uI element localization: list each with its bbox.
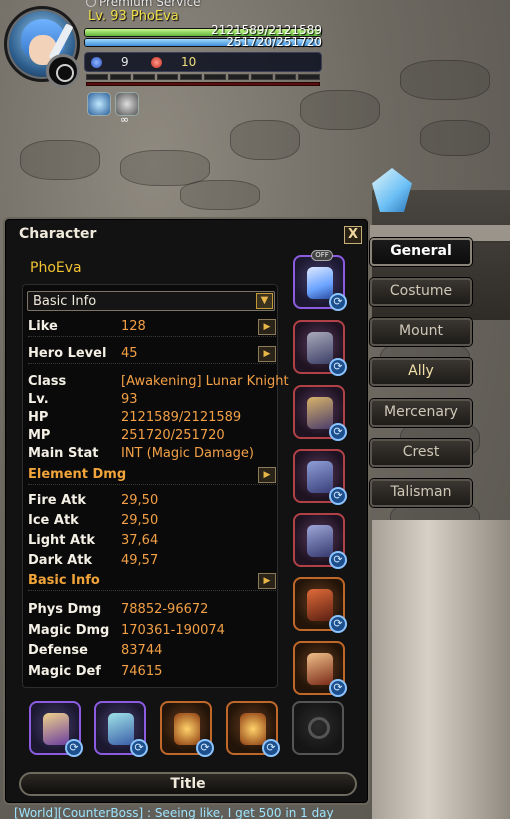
tab-ally[interactable]: Ally xyxy=(370,358,472,386)
segmented-gauge xyxy=(86,74,320,80)
empty-equip-slot[interactable] xyxy=(292,701,344,755)
basic-stats: Phys Dmg 78852-96672 Magic Dmg 170361-1900… xyxy=(28,602,225,679)
ice-buff-icon[interactable] xyxy=(87,92,111,116)
tab-mount[interactable]: Mount xyxy=(370,318,472,346)
sync-icon[interactable]: ⟳ xyxy=(329,358,347,376)
weapon-equip-slot[interactable]: OFF ⟳ xyxy=(293,250,347,311)
necklace-equip-slot[interactable]: ⟳ xyxy=(29,701,83,757)
like-arrow-button[interactable]: ▶ xyxy=(258,319,276,335)
earring-equip-slot[interactable]: ⟳ xyxy=(94,701,148,757)
sync-icon[interactable]: ⟳ xyxy=(262,739,280,757)
sync-icon[interactable]: ⟳ xyxy=(329,615,347,633)
armor-equip-slot[interactable]: ⟳ xyxy=(293,385,347,441)
helmet-equip-slot[interactable]: ⟳ xyxy=(293,320,347,376)
window-title: Character xyxy=(19,226,97,242)
hp-text: 2121589/2121589 xyxy=(211,23,322,37)
sync-icon[interactable]: ⟳ xyxy=(329,551,347,569)
basic-info-header: Basic Info ▶ xyxy=(28,573,276,591)
tab-general[interactable]: General xyxy=(370,238,472,266)
premium-icon xyxy=(86,0,96,7)
player-level-name: Lv. 93 PhoEva xyxy=(88,9,179,24)
basic-info-arrow-button[interactable]: ▶ xyxy=(258,573,276,589)
character-name: PhoEva xyxy=(30,260,82,276)
tab-costume[interactable]: Costume xyxy=(370,278,472,306)
chevron-down-icon: ▼ xyxy=(256,293,273,309)
search-icon[interactable] xyxy=(46,54,80,88)
title-button[interactable]: Title xyxy=(19,772,357,796)
buff-count: ∞ xyxy=(120,113,130,126)
premium-service-label[interactable]: Premium Service xyxy=(86,0,201,9)
sync-icon[interactable]: ⟳ xyxy=(329,293,347,311)
tab-mercenary[interactable]: Mercenary xyxy=(370,399,472,427)
element-stats: Fire Atk 29,50 Ice Atk 29,50 Light Atk 37,6… xyxy=(28,493,159,568)
stat-a-value: 9 xyxy=(121,55,129,69)
accessory-equip-slot[interactable]: ⟳ xyxy=(293,641,347,697)
sync-icon[interactable]: ⟳ xyxy=(130,739,148,757)
element-dmg-header: Element Dmg ▶ xyxy=(28,467,276,485)
player-stat-box: 9 10 xyxy=(84,52,322,72)
blue-heart-icon xyxy=(91,57,102,68)
chat-message: [World][CounterBoss] : Seeing like, I ge… xyxy=(14,806,334,819)
hero-level-row: Hero Level 45 ▶ xyxy=(28,346,276,364)
sync-icon[interactable]: ⟳ xyxy=(65,739,83,757)
ring1-equip-slot[interactable]: ⟳ xyxy=(160,701,214,757)
boots-equip-slot[interactable]: ⟳ xyxy=(293,513,347,569)
sync-icon[interactable]: ⟳ xyxy=(329,679,347,697)
info-dropdown[interactable]: Basic Info ▼ xyxy=(27,291,275,311)
tab-talisman[interactable]: Talisman xyxy=(370,479,472,507)
tab-crest[interactable]: Crest xyxy=(370,439,472,467)
like-row: Like 128 ▶ xyxy=(28,319,276,337)
element-dmg-arrow-button[interactable]: ▶ xyxy=(258,467,276,483)
stat-b-value: 10 xyxy=(181,55,197,69)
sync-icon[interactable]: ⟳ xyxy=(329,487,347,505)
sync-icon[interactable]: ⟳ xyxy=(196,739,214,757)
fatigue-bar xyxy=(86,82,320,86)
sync-icon[interactable]: ⟳ xyxy=(329,423,347,441)
red-heart-icon xyxy=(151,57,162,68)
ring2-equip-slot[interactable]: ⟳ xyxy=(226,701,280,757)
player-hud: Premium Service Lv. 93 PhoEva 2121589/21… xyxy=(0,0,330,130)
hero-level-arrow-button[interactable]: ▶ xyxy=(258,346,276,362)
info-stats: Class [Awakening] Lunar Knight Lv. 93 HP 21… xyxy=(28,374,289,461)
gloves-equip-slot[interactable]: ⟳ xyxy=(293,449,347,505)
offhand-equip-slot[interactable]: ⟳ xyxy=(293,577,347,633)
close-button[interactable]: X xyxy=(344,226,362,244)
character-window: Character X PhoEva Basic Info ▼ Like 128… xyxy=(3,217,370,805)
mp-text: 251720/251720 xyxy=(226,35,322,49)
off-badge[interactable]: OFF xyxy=(311,250,333,261)
